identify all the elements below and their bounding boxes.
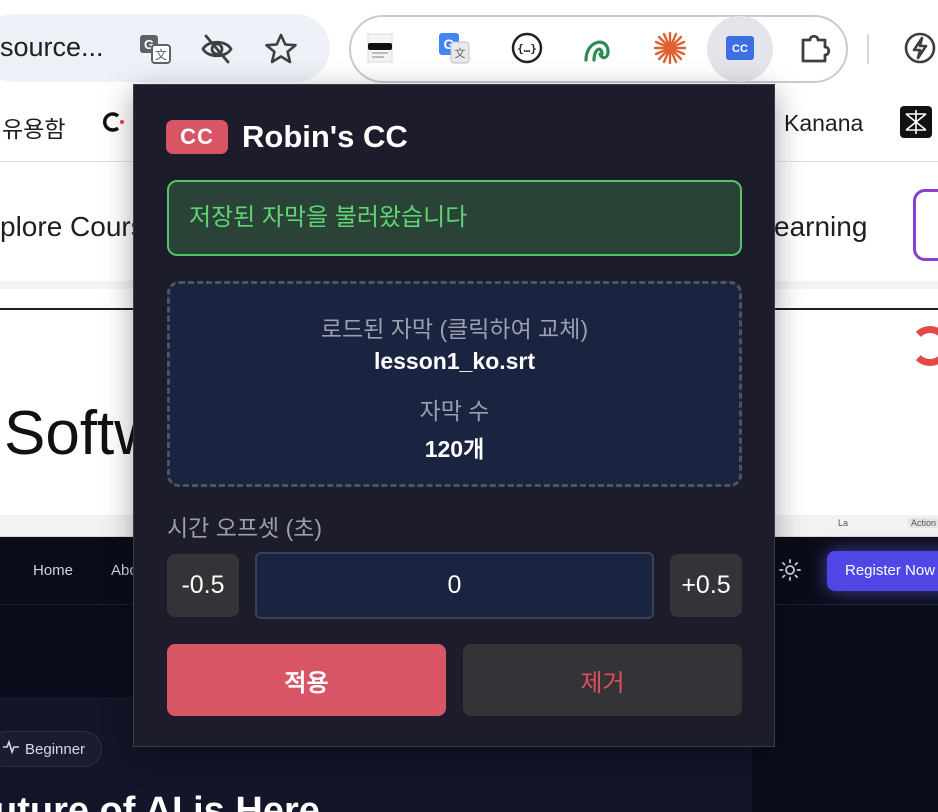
time-offset-input[interactable] (255, 552, 654, 619)
bookmark-logo-icon[interactable] (900, 106, 932, 138)
toolbar-separator (867, 34, 869, 64)
offset-increase-button[interactable]: +0.5 (670, 554, 742, 617)
bookmark-item[interactable]: 유용함 (2, 110, 65, 144)
translate-icon[interactable]: G 文 (136, 30, 174, 68)
nav-link[interactable]: earning (774, 211, 867, 243)
strip-text: La (838, 518, 849, 528)
nav-link[interactable]: plore Cours (0, 211, 145, 243)
svg-text:CC: CC (732, 43, 748, 55)
subtitle-file-name: lesson1_ko.srt (373, 348, 536, 374)
browser-toolbar: source... G 文 G 文 {…} CC (0, 0, 938, 96)
star-icon[interactable] (262, 30, 300, 68)
course-heading: uture of AI is Here (0, 790, 320, 812)
popup-title: Robin's CC (242, 119, 408, 154)
strip-action[interactable]: Action (908, 518, 938, 528)
eye-off-icon[interactable] (198, 30, 236, 68)
register-button[interactable]: Register Now (827, 551, 938, 591)
green-swirl-icon[interactable] (578, 28, 618, 68)
lightning-bolt-icon[interactable] (900, 28, 938, 68)
bookmark-logo-icon[interactable] (102, 108, 126, 136)
popup-header: CC Robin's CC (166, 119, 408, 155)
cc-logo: CC (166, 120, 228, 154)
nav-outline-button[interactable] (913, 189, 938, 261)
dark-nav-link[interactable]: Home (33, 562, 73, 579)
json-braces-icon[interactable]: {…} (507, 28, 547, 68)
svg-text:文: 文 (155, 47, 167, 62)
subtitle-count-label: 자막 수 (419, 398, 490, 424)
svg-text:{…}: {…} (517, 42, 537, 55)
puzzle-piece-icon[interactable] (795, 28, 835, 68)
status-message: 저장된 자막을 불러왔습니다 (167, 180, 742, 256)
level-badge: Beginner (0, 731, 102, 767)
cc-extension-icon[interactable]: CC (720, 28, 760, 68)
svg-text:文: 文 (455, 46, 466, 60)
activity-pulse-icon (3, 739, 19, 758)
loaded-subtitle-label: 로드된 자막 (클릭하여 교체) (320, 316, 589, 342)
apply-button[interactable]: 적용 (167, 644, 446, 716)
offset-decrease-button[interactable]: -0.5 (167, 554, 239, 617)
badge-label: Beginner (25, 740, 86, 758)
bookmark-item[interactable]: Kanana (784, 110, 863, 137)
orange-burst-icon[interactable] (650, 28, 690, 68)
sun-icon[interactable] (778, 558, 802, 582)
brand-logo-icon (910, 326, 938, 366)
remove-button[interactable]: 제거 (463, 644, 742, 716)
address-text[interactable]: source... (0, 32, 104, 63)
subtitle-count-value: 120개 (424, 436, 485, 462)
google-translate-icon[interactable]: G 文 (434, 28, 474, 68)
subtitle-file-dropzone[interactable]: 로드된 자막 (클릭하여 교체) lesson1_ko.srt 자막 수 120… (167, 281, 742, 487)
time-offset-label: 시간 오프셋 (초) (167, 515, 323, 541)
incognito-mask-icon[interactable] (360, 28, 400, 68)
extension-popup: CC Robin's CC 저장된 자막을 불러왔습니다 로드된 자막 (클릭하… (133, 84, 775, 747)
